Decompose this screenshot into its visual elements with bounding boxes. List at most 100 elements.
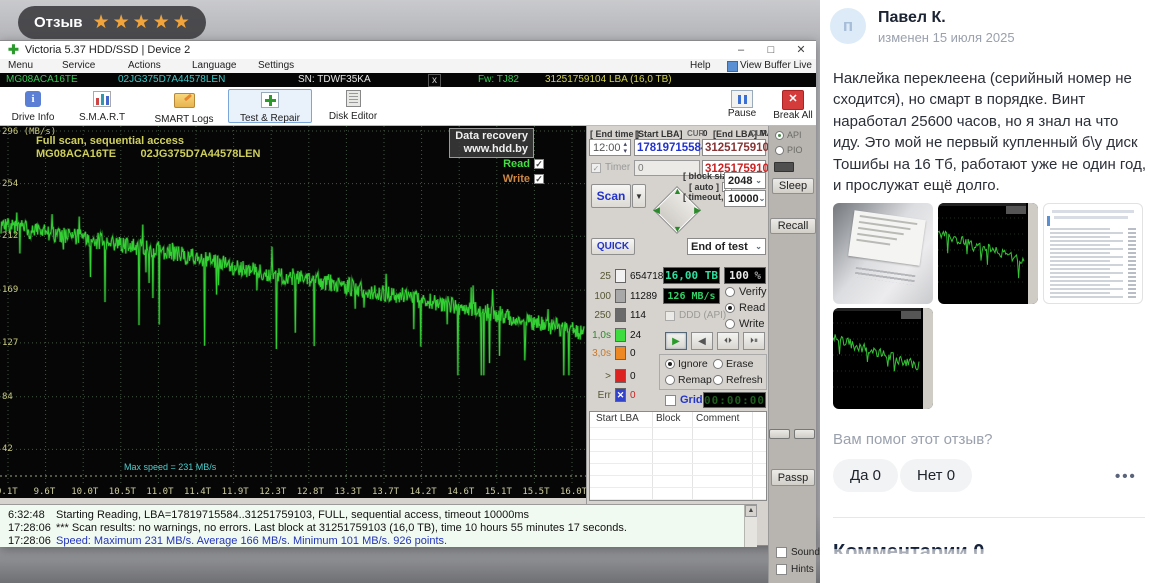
start-lba-input[interactable]: 17819715584 bbox=[634, 139, 700, 156]
mini-dark-button[interactable] bbox=[774, 162, 794, 172]
read-checkbox[interactable]: ✓ bbox=[534, 159, 544, 169]
timer-toggle[interactable]: ✓Timer bbox=[591, 162, 630, 173]
hints-toggle[interactable]: Hints bbox=[776, 564, 814, 575]
scan-dropdown-button[interactable]: ▼ bbox=[632, 184, 646, 208]
write-toggle[interactable]: Write ✓ bbox=[503, 173, 544, 185]
nav-right-icon[interactable]: ▶ bbox=[694, 205, 701, 216]
pio-radio[interactable]: PIO bbox=[775, 145, 803, 155]
passp-button[interactable]: Passp bbox=[771, 469, 815, 486]
spinner-arrows-icon[interactable]: ▴ ▾ bbox=[623, 141, 627, 155]
radio-icon[interactable] bbox=[725, 319, 735, 329]
end-of-test-select[interactable]: End of test⌄ bbox=[687, 238, 766, 255]
api-label: API bbox=[787, 130, 802, 140]
maximize-button[interactable]: □ bbox=[756, 42, 786, 58]
mini-button-left[interactable] bbox=[769, 429, 790, 439]
thumbnail-scan-screenshot-1[interactable] bbox=[938, 203, 1038, 304]
sleep-button[interactable]: Sleep bbox=[772, 178, 814, 194]
thumbnail-smart-table[interactable] bbox=[1043, 203, 1143, 304]
radio-icon[interactable] bbox=[725, 287, 735, 297]
smart-row-value bbox=[1128, 276, 1136, 278]
nav-up-icon[interactable]: ▲ bbox=[673, 186, 682, 196]
read-toggle[interactable]: Read ✓ bbox=[503, 158, 544, 170]
menu-item-service[interactable]: Service bbox=[62, 60, 95, 71]
skip-end-button[interactable]: ⏵⏸ bbox=[743, 332, 765, 350]
menu-item-language[interactable]: Language bbox=[192, 60, 237, 71]
close-button[interactable]: ✕ bbox=[786, 42, 816, 58]
quick-button[interactable]: QUICK bbox=[591, 238, 635, 255]
action-radio-erase[interactable]: Erase bbox=[713, 358, 753, 370]
break-all-button[interactable]: ✕ Break All bbox=[772, 89, 814, 121]
ddd-api-toggle[interactable]: DDD (API) bbox=[665, 310, 726, 321]
thumbnail-scan-screenshot-2[interactable] bbox=[833, 308, 933, 409]
smart-row-value bbox=[1128, 252, 1136, 254]
smart-row-line bbox=[1050, 252, 1110, 254]
toolbar-button-label: Drive Info bbox=[4, 112, 62, 123]
grid-toggle[interactable]: Grid bbox=[665, 394, 703, 406]
legend-color-block bbox=[615, 308, 626, 322]
helpful-no-button[interactable]: Нет 0 bbox=[900, 459, 972, 492]
menu-item-settings[interactable]: Settings bbox=[258, 60, 294, 71]
toolbar-button-drive-info[interactable]: iDrive Info bbox=[4, 89, 62, 123]
auto-label: [ auto ] bbox=[689, 182, 719, 192]
mini-button-right[interactable] bbox=[794, 429, 815, 439]
toolbar-button-disk-editor[interactable]: Disk Editor bbox=[318, 89, 388, 123]
mode-radio-write[interactable]: Write bbox=[725, 318, 764, 330]
max-speed-note: Max speed = 231 MB/s bbox=[124, 462, 216, 472]
sound-checkbox[interactable] bbox=[776, 547, 787, 558]
sound-toggle[interactable]: Sound bbox=[776, 547, 820, 558]
radio-icon[interactable] bbox=[665, 359, 675, 369]
x-tick-label: 14.2T bbox=[410, 487, 437, 497]
recall-button[interactable]: Recall bbox=[770, 218, 816, 234]
mini-chip bbox=[1006, 206, 1026, 214]
write-checkbox[interactable]: ✓ bbox=[534, 174, 544, 184]
grid-checkbox[interactable] bbox=[665, 395, 676, 406]
menu-item-actions[interactable]: Actions bbox=[128, 60, 161, 71]
ddd-label: DDD (API) bbox=[679, 310, 726, 321]
smart-row-value bbox=[1128, 236, 1136, 238]
radio-icon[interactable] bbox=[665, 375, 675, 385]
hints-label: Hints bbox=[791, 564, 814, 575]
scan-button[interactable]: Scan bbox=[591, 184, 631, 208]
back-button[interactable]: ◀ bbox=[691, 332, 713, 350]
action-radio-refresh[interactable]: Refresh bbox=[713, 374, 763, 386]
radio-icon[interactable] bbox=[713, 375, 723, 385]
break-all-label: Break All bbox=[772, 110, 814, 121]
mode-radio-read[interactable]: Read bbox=[725, 302, 765, 314]
helpful-question: Вам помог этот отзыв? bbox=[833, 431, 993, 448]
action-radio-remap[interactable]: Remap bbox=[665, 374, 712, 386]
pause-button[interactable]: Pause bbox=[722, 89, 762, 119]
more-options-icon[interactable]: ••• bbox=[1115, 468, 1137, 485]
mode-radio-verify[interactable]: Verify bbox=[725, 286, 767, 298]
toolbar-button-smart-logs[interactable]: SMART Logs bbox=[146, 89, 222, 123]
end-time-spinner[interactable]: 12:00▴ ▾ bbox=[589, 139, 631, 156]
toolbar-button-s-m-a-r-t[interactable]: S.M.A.R.T bbox=[66, 89, 138, 123]
nav-left-icon[interactable]: ◀ bbox=[653, 205, 660, 216]
menu-item-menu[interactable]: Menu bbox=[8, 60, 33, 71]
end-lba-input[interactable]: 31251759103 bbox=[702, 139, 766, 156]
hints-checkbox[interactable] bbox=[776, 564, 787, 575]
legend-row-10s: 1,0s24 bbox=[591, 328, 671, 342]
timer-checkbox[interactable]: ✓ bbox=[591, 163, 601, 173]
block-size-select[interactable]: 2048⌄ bbox=[724, 172, 766, 189]
log-time: 6:32:48 bbox=[8, 509, 45, 521]
legend-color-block bbox=[615, 269, 626, 283]
radio-icon[interactable] bbox=[725, 303, 735, 313]
menu-item-help[interactable]: Help bbox=[690, 60, 711, 71]
radio-icon[interactable] bbox=[713, 359, 723, 369]
api-radio[interactable]: API bbox=[775, 130, 802, 140]
timeout-select[interactable]: 10000⌄ bbox=[724, 190, 766, 207]
scroll-up-icon[interactable]: ▲ bbox=[745, 505, 757, 517]
log-scrollbar[interactable]: ▲ bbox=[744, 505, 757, 547]
ddd-checkbox[interactable] bbox=[665, 311, 675, 321]
x-tick-label: 10.5T bbox=[109, 487, 136, 497]
menu-item-view-buffer-live[interactable]: View Buffer Live bbox=[740, 60, 812, 71]
play-button[interactable]: ▶ bbox=[665, 332, 687, 350]
legend-row-250: 250114 bbox=[591, 308, 671, 322]
toolbar-button-test-repair[interactable]: Test & Repair bbox=[228, 89, 312, 123]
skip-start-button[interactable]: ⏴⏵ bbox=[717, 332, 739, 350]
action-radio-ignore[interactable]: Ignore bbox=[665, 358, 708, 370]
minimize-button[interactable]: – bbox=[726, 42, 756, 58]
nav-down-icon[interactable]: ▼ bbox=[673, 224, 682, 234]
helpful-yes-button[interactable]: Да 0 bbox=[833, 459, 898, 492]
thumbnail-hdd-label-photo[interactable] bbox=[833, 203, 933, 304]
